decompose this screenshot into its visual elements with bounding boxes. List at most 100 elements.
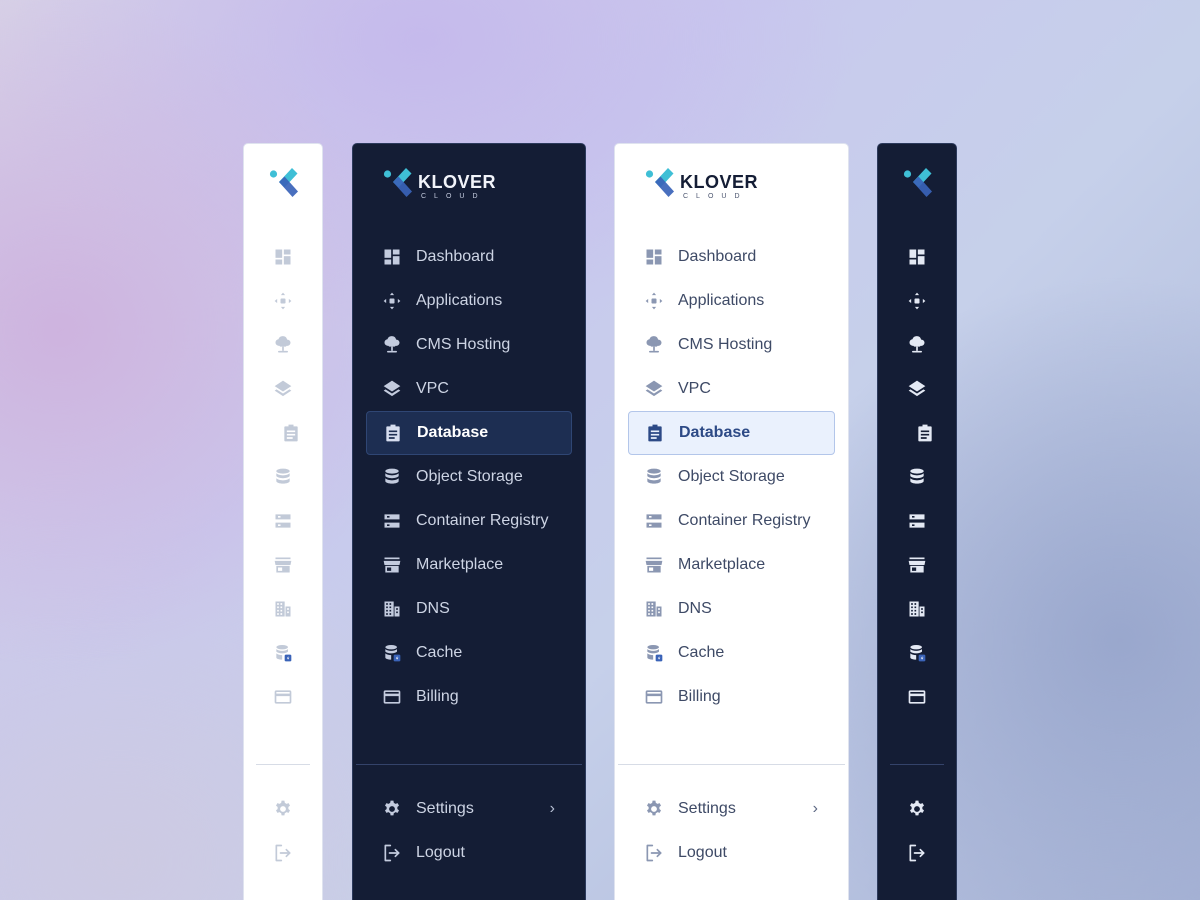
cms-hosting-icon — [273, 335, 293, 355]
dashboard-icon — [907, 247, 927, 267]
layers-icon — [907, 379, 927, 399]
sidebar-item-dashboard[interactable]: Dashboard — [615, 235, 848, 279]
sidebar-item-label: Dashboard — [678, 248, 757, 265]
sidebar-item-label: Marketplace — [416, 556, 504, 573]
storefront-icon — [907, 555, 927, 575]
expanded-sidebar-dark: KLOVER CLOUD Dashboard Applications CMS Hos… — [352, 143, 586, 900]
applications-icon — [907, 291, 927, 311]
sidebar-item-cms-hosting[interactable]: CMS Hosting — [615, 323, 848, 367]
brand-sub: CLOUD — [421, 193, 486, 200]
sidebar-item-dns[interactable] — [878, 587, 956, 631]
logo[interactable] — [900, 164, 936, 209]
brand-sub: CLOUD — [683, 193, 748, 200]
sidebar-item-logout[interactable] — [244, 831, 322, 875]
sidebar-item-billing[interactable]: Billing — [353, 675, 585, 719]
sidebar-item-cache[interactable]: Cache — [353, 631, 585, 675]
sidebar-item-dashboard[interactable] — [878, 235, 956, 279]
sidebar-bottom-menu — [244, 787, 322, 875]
sidebar-item-applications[interactable]: Applications — [353, 279, 585, 323]
sidebar-item-settings[interactable]: Settings › — [353, 787, 585, 831]
sidebar-item-vpc[interactable]: VPC — [353, 367, 585, 411]
sidebar-item-cache[interactable] — [244, 631, 322, 675]
sidebar-item-container-registry[interactable] — [244, 499, 322, 543]
sidebar-item-vpc[interactable] — [878, 367, 956, 411]
sidebar-item-applications[interactable]: Applications — [615, 279, 848, 323]
sidebar-item-billing[interactable] — [878, 675, 956, 719]
brand-name: KLOVER — [680, 172, 759, 192]
sidebar-item-marketplace[interactable] — [244, 543, 322, 587]
brand-wordmark: KLOVER CLOUD — [680, 173, 758, 200]
sidebar-item-database[interactable] — [891, 411, 943, 455]
sidebar-item-logout[interactable]: Logout — [353, 831, 585, 875]
logo[interactable]: KLOVER CLOUD — [642, 164, 758, 209]
sidebar-item-billing[interactable]: Billing — [615, 675, 848, 719]
clipboard-icon — [383, 423, 403, 443]
sidebar-item-container-registry[interactable]: Container Registry — [615, 499, 848, 543]
chevron-right-icon: › — [549, 800, 555, 817]
cache-icon — [382, 643, 402, 663]
divider — [256, 764, 310, 765]
credit-card-icon — [644, 687, 664, 707]
sidebar-item-object-storage[interactable] — [878, 455, 956, 499]
sidebar-item-vpc[interactable] — [244, 367, 322, 411]
klover-logo-icon — [380, 164, 416, 209]
sidebar-item-container-registry[interactable]: Container Registry — [353, 499, 585, 543]
database-stack-icon — [644, 467, 664, 487]
applications-icon — [273, 291, 293, 311]
storefront-icon — [382, 555, 402, 575]
storefront-icon — [644, 555, 664, 575]
dashboard-icon — [273, 247, 293, 267]
sidebar-item-vpc[interactable]: VPC — [615, 367, 848, 411]
sidebar-item-settings[interactable]: Settings › — [615, 787, 848, 831]
logout-icon — [907, 843, 927, 863]
sidebar-item-billing[interactable] — [244, 675, 322, 719]
sidebar-item-database[interactable] — [257, 411, 309, 455]
server-icon — [382, 511, 402, 531]
sidebar-item-database[interactable]: Database — [366, 411, 572, 455]
credit-card-icon — [382, 687, 402, 707]
sidebar-item-dashboard[interactable]: Dashboard — [353, 235, 585, 279]
sidebar-item-label: CMS Hosting — [416, 336, 511, 353]
sidebar-item-database[interactable]: Database — [628, 411, 835, 455]
sidebar-item-label: Applications — [678, 292, 765, 309]
sidebar-item-applications[interactable] — [878, 279, 956, 323]
sidebar-bottom-menu: Settings › Logout — [615, 787, 848, 875]
sidebar-item-cms-hosting[interactable] — [244, 323, 322, 367]
sidebar-item-cache[interactable]: Cache — [615, 631, 848, 675]
sidebar-item-cms-hosting[interactable] — [878, 323, 956, 367]
logo[interactable]: KLOVER CLOUD — [380, 164, 496, 209]
sidebar-item-label: Billing — [416, 688, 459, 705]
sidebar-item-dns[interactable]: DNS — [615, 587, 848, 631]
sidebar-item-label: Applications — [416, 292, 503, 309]
logo[interactable] — [266, 164, 302, 209]
sidebar-item-cms-hosting[interactable]: CMS Hosting — [353, 323, 585, 367]
sidebar-item-label: Billing — [678, 688, 721, 705]
sidebar-item-logout[interactable]: Logout — [615, 831, 848, 875]
sidebar-item-settings[interactable] — [878, 787, 956, 831]
sidebar-item-object-storage[interactable]: Object Storage — [353, 455, 585, 499]
sidebar-item-dns[interactable] — [244, 587, 322, 631]
sidebar-item-marketplace[interactable] — [878, 543, 956, 587]
sidebar-item-settings[interactable] — [244, 787, 322, 831]
dashboard-icon — [644, 247, 664, 267]
sidebar-item-cache[interactable] — [878, 631, 956, 675]
sidebar-item-logout[interactable] — [878, 831, 956, 875]
sidebar-item-marketplace[interactable]: Marketplace — [353, 543, 585, 587]
sidebar-item-dashboard[interactable] — [244, 235, 322, 279]
expanded-sidebar-light: KLOVER CLOUD Dashboard Applications CMS Hos… — [614, 143, 849, 900]
sidebar-item-label: DNS — [416, 600, 450, 617]
sidebar-item-dns[interactable]: DNS — [353, 587, 585, 631]
sidebar-item-container-registry[interactable] — [878, 499, 956, 543]
sidebar-item-object-storage[interactable] — [244, 455, 322, 499]
klover-logo-icon — [266, 164, 302, 209]
sidebar-item-applications[interactable] — [244, 279, 322, 323]
sidebar-item-object-storage[interactable]: Object Storage — [615, 455, 848, 499]
clipboard-icon — [915, 423, 935, 443]
sidebar-item-label: Database — [679, 424, 751, 441]
sidebar-item-marketplace[interactable]: Marketplace — [615, 543, 848, 587]
sidebar-item-label: Object Storage — [416, 468, 523, 485]
building-icon — [382, 599, 402, 619]
sidebar-item-label: DNS — [678, 600, 712, 617]
gear-icon — [907, 799, 927, 819]
gear-icon — [644, 799, 664, 819]
